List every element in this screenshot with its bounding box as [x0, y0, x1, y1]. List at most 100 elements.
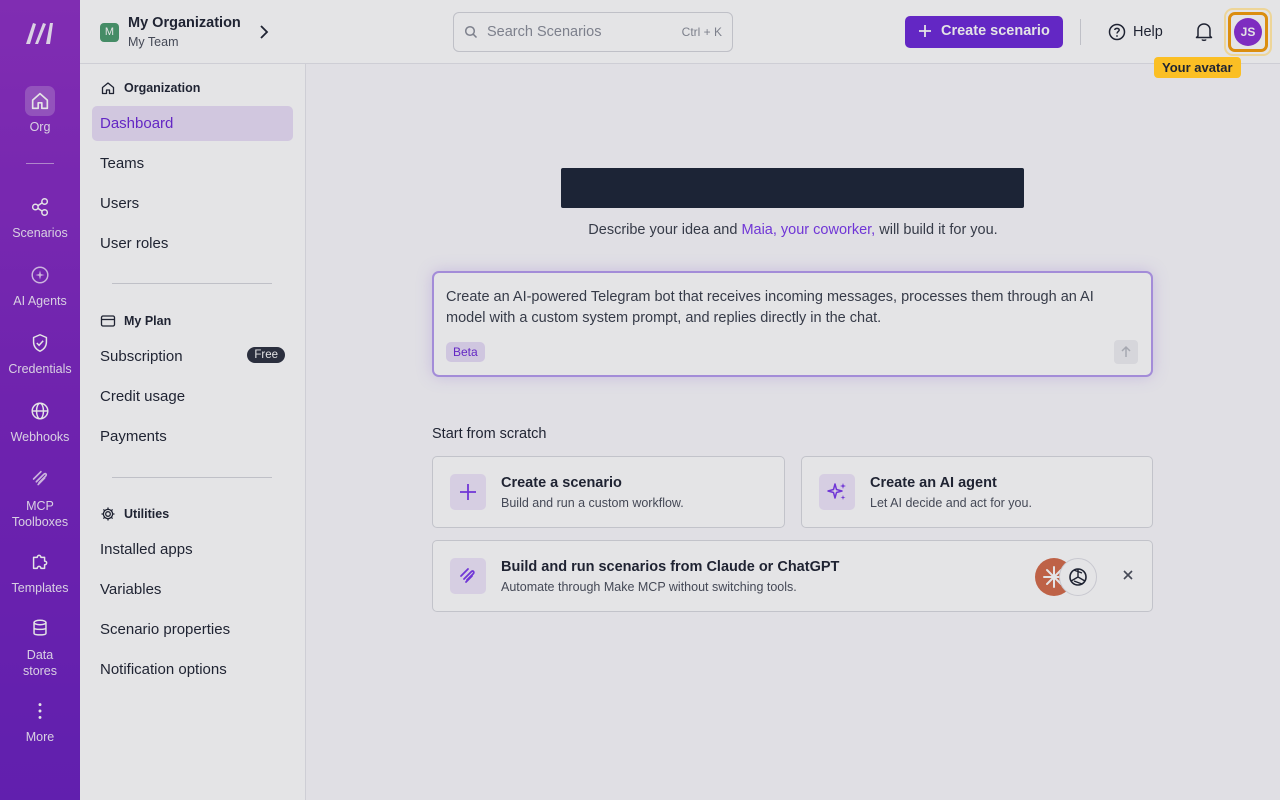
rail-item-more[interactable]: More [0, 696, 80, 744]
database-icon [25, 613, 55, 643]
sidebar-item-subscription[interactable]: Subscription Free [92, 339, 293, 374]
sidebar-item-credit-usage[interactable]: Credit usage [92, 379, 293, 414]
card-subtitle: Let AI decide and act for you. [870, 496, 1032, 510]
card-title: Create a scenario [501, 475, 622, 491]
left-rail: Org Scenarios AI Agents Credentials Webh… [0, 0, 80, 800]
sidebar-item-label: Installed apps [100, 541, 193, 558]
sidebar-item-scenario-properties[interactable]: Scenario properties [92, 612, 293, 647]
rail-item-label: Templates [11, 581, 69, 595]
create-ai-agent-card[interactable]: Create an AI agent Let AI decide and act… [801, 456, 1153, 528]
avatar-button[interactable]: JS [1228, 12, 1268, 52]
sidebar-item-installed-apps[interactable]: Installed apps [92, 532, 293, 567]
avatar: JS [1234, 18, 1262, 46]
mcp-promo-card[interactable]: Build and run scenarios from Claude or C… [432, 540, 1153, 612]
sidebar-item-label: Teams [100, 155, 145, 172]
sidebar-item-label: Variables [100, 581, 162, 598]
section-title-start-from-scratch: Start from scratch [432, 426, 547, 442]
prompt-text[interactable]: Create an AI-powered Telegram bot that r… [446, 287, 1136, 329]
rail-item-label: MCP Toolboxes [11, 499, 69, 529]
rail-item-credentials[interactable]: Credentials [0, 328, 80, 376]
sidebar-item-label: Scenario properties [100, 621, 231, 638]
sidebar-divider [112, 477, 272, 478]
prompt-input[interactable]: Create an AI-powered Telegram bot that r… [432, 271, 1153, 377]
rail-item-org[interactable]: Org [0, 86, 80, 134]
credit-card-icon [100, 315, 116, 327]
rail-item-ai-agents[interactable]: AI Agents [0, 260, 80, 308]
main-content: Describe your idea and Maia, your cowork… [306, 64, 1280, 800]
plan-badge: Free [247, 347, 285, 363]
card-subtitle: Build and run a custom workflow. [501, 496, 684, 510]
hero-subtitle: Describe your idea and Maia, your cowork… [306, 222, 1280, 238]
search-shortcut: Ctrl + K [681, 25, 722, 39]
org-badge[interactable]: M [100, 23, 119, 42]
shield-check-icon [25, 328, 55, 358]
more-vertical-icon [25, 696, 55, 726]
avatar-tooltip: Your avatar [1154, 57, 1241, 78]
home-icon [25, 86, 55, 116]
org-name[interactable]: My Organization [128, 15, 241, 31]
top-bar: M My Organization My Team Search Scenari… [80, 0, 1280, 64]
help-label: Help [1133, 24, 1163, 40]
org-sidebar: Organization Dashboard Teams Users User … [80, 64, 306, 800]
close-icon[interactable] [1121, 568, 1135, 582]
rail-item-label: Scenarios [12, 226, 68, 240]
globe-icon [25, 396, 55, 426]
sidebar-item-label: Subscription [100, 348, 183, 365]
subtitle-text: Describe your idea and [588, 222, 742, 238]
maia-link[interactable]: Maia, your coworker, [741, 222, 875, 238]
rail-item-templates[interactable]: Templates [0, 547, 80, 595]
sidebar-item-label: Users [100, 195, 140, 212]
rail-item-label: More [25, 730, 55, 744]
plus-icon [919, 25, 931, 37]
rail-item-label: Data stores [22, 648, 58, 678]
sidebar-item-label: User roles [100, 235, 169, 252]
rail-item-webhooks[interactable]: Webhooks [0, 396, 80, 444]
sidebar-item-label: Dashboard [100, 115, 174, 132]
chevron-right-icon[interactable] [258, 23, 270, 41]
bell-icon[interactable] [1194, 21, 1214, 42]
card-icon [819, 474, 855, 510]
mcp-logos [1035, 558, 1099, 596]
sidebar-item-dashboard[interactable]: Dashboard [92, 106, 293, 141]
sidebar-divider [112, 283, 272, 284]
toolbar-divider [1080, 19, 1081, 45]
card-icon [450, 474, 486, 510]
sidebar-item-notification-options[interactable]: Notification options [92, 652, 293, 687]
search-placeholder: Search Scenarios [487, 24, 602, 40]
create-scenario-label: Create scenario [941, 23, 1050, 39]
sidebar-item-label: Payments [100, 428, 167, 445]
rail-item-label: Webhooks [10, 430, 70, 444]
sidebar-item-users[interactable]: Users [92, 186, 293, 221]
sidebar-item-payments[interactable]: Payments [92, 419, 293, 454]
rail-item-label: AI Agents [13, 294, 67, 308]
card-title: Create an AI agent [870, 475, 997, 491]
rail-item-label: Org [29, 120, 51, 134]
beta-badge: Beta [446, 342, 485, 362]
make-logo-icon[interactable] [24, 20, 56, 46]
chatgpt-logo-icon [1059, 558, 1097, 596]
create-scenario-card[interactable]: Create a scenario Build and run a custom… [432, 456, 785, 528]
sparkles-icon [827, 483, 846, 500]
sidebar-item-user-roles[interactable]: User roles [92, 226, 293, 261]
create-scenario-button[interactable]: Create scenario [905, 16, 1063, 48]
hero-title-redacted [561, 168, 1024, 208]
rail-divider [26, 163, 54, 164]
arrow-up-icon [1121, 345, 1131, 357]
mcp-icon [25, 464, 55, 494]
send-button[interactable] [1114, 340, 1138, 364]
rail-item-label: Credentials [8, 362, 72, 376]
rail-item-mcp-toolboxes[interactable]: MCP Toolboxes [0, 464, 80, 530]
gear-icon [101, 507, 115, 521]
card-icon [450, 558, 486, 594]
search-input[interactable]: Search Scenarios Ctrl + K [453, 12, 733, 52]
section-title: Organization [124, 81, 201, 95]
sidebar-item-variables[interactable]: Variables [92, 572, 293, 607]
card-subtitle: Automate through Make MCP without switch… [501, 580, 797, 594]
sidebar-item-teams[interactable]: Teams [92, 146, 293, 181]
rail-item-scenarios[interactable]: Scenarios [0, 192, 80, 240]
team-name[interactable]: My Team [128, 35, 178, 49]
rail-item-data-stores[interactable]: Data stores [0, 613, 80, 679]
search-icon [464, 25, 478, 39]
subtitle-text: will build it for you. [875, 222, 998, 238]
home-icon [101, 82, 115, 95]
